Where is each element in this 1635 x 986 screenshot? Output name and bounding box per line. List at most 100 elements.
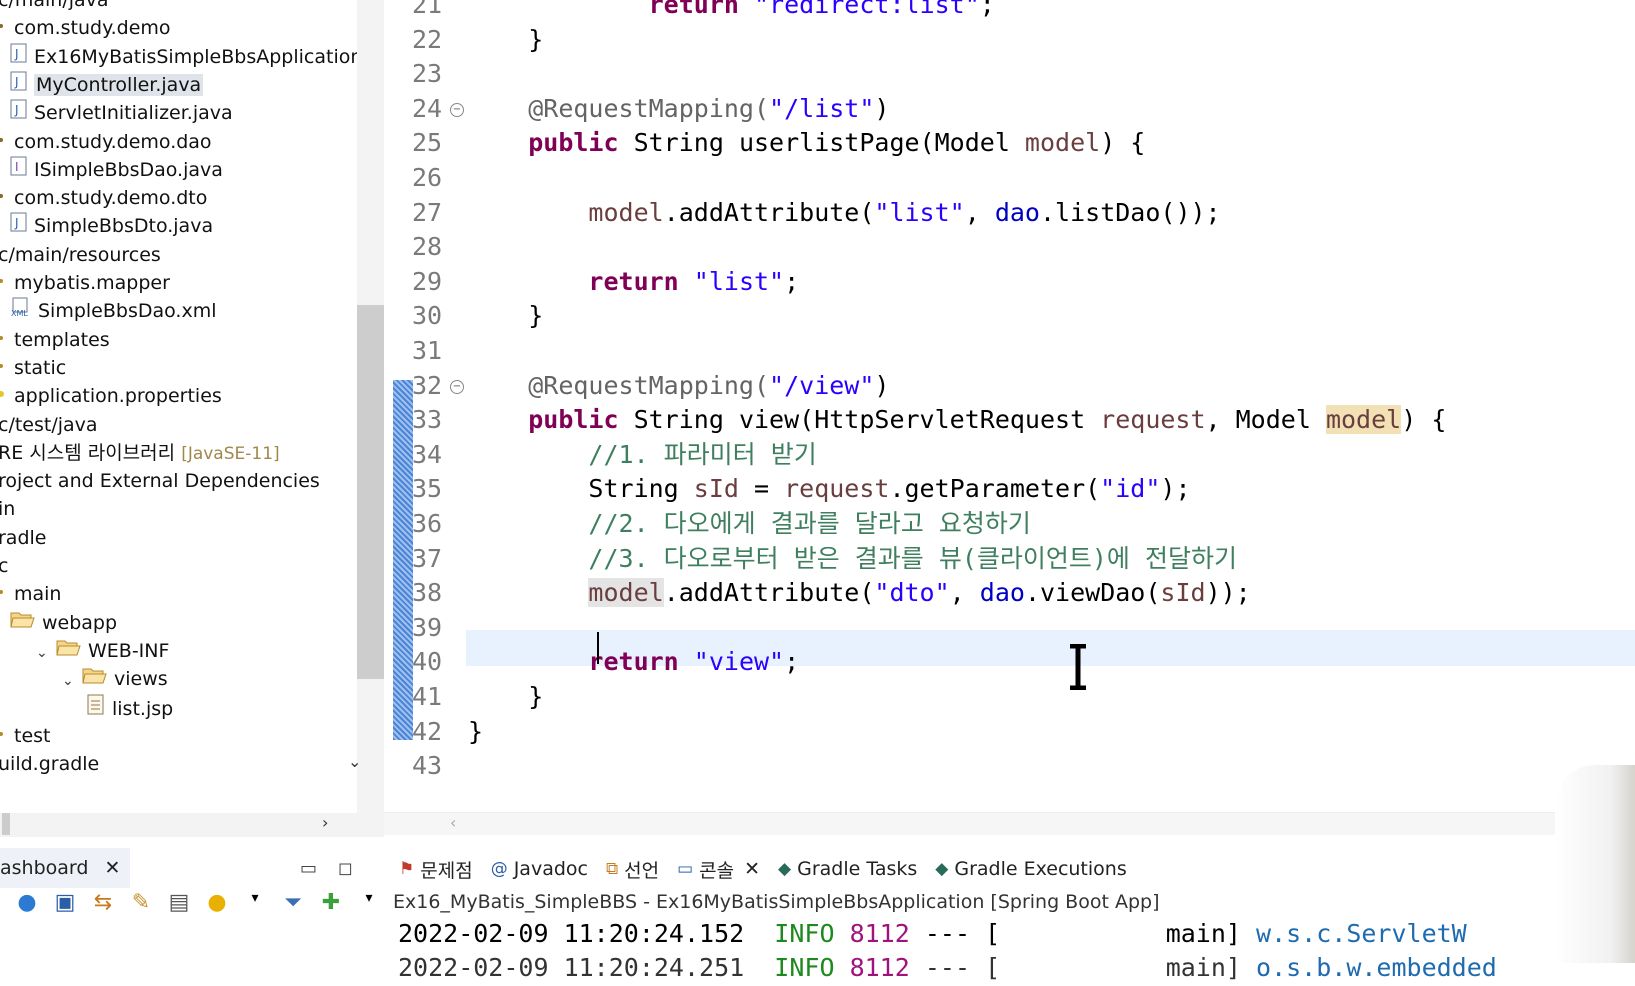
code-line[interactable]: model.addAttribute("list", dao.listDao()… [468,195,1220,231]
tree-item-label: in [0,498,16,521]
code-line[interactable]: return "list"; [468,264,799,300]
tree-item[interactable]: RE 시스템 라이브러리 [JavaSE-11] [0,439,280,468]
tree-item[interactable]: radle [0,524,46,553]
tree-item[interactable]: J MyController.java [10,71,204,100]
code-line[interactable]: @RequestMapping("/list") [468,91,889,127]
tree-item[interactable]: c/test/java [0,411,98,440]
explorer-scroll-thumb[interactable] [357,305,384,679]
explorer-horizontal-scrollbar[interactable]: › [0,813,384,837]
tree-item[interactable]: com.study.demo [0,14,171,43]
lightbulb-icon[interactable]: ● [204,890,230,915]
tree-item[interactable]: I ISimpleBbsDao.java [10,156,223,185]
tab-dashboard[interactable]: ashboard ✕ [0,848,131,888]
server-icon[interactable]: ▣ [52,890,78,915]
line-number: 31 [412,336,443,365]
tree-item[interactable]: c/main/resources [0,241,161,270]
maximize-icon[interactable]: ◻ [338,858,353,879]
code-token: } [468,682,544,711]
code-token: @RequestMapping( [528,93,770,123]
log-pid: 8112 [849,919,910,948]
fold-collapse-icon[interactable]: − [450,102,464,117]
tree-item[interactable]: uild.gradle [0,750,99,779]
globe-icon[interactable]: ● [14,890,40,915]
tree-item[interactable]: J SimpleBbsDto.java [10,212,213,241]
tree-item[interactable]: ⌄ views [62,665,168,694]
tree-item[interactable]: roject and External Dependencies [0,467,320,496]
fold-collapse-icon[interactable]: − [450,379,464,394]
tree-item[interactable]: list.jsp [86,694,173,723]
tree-item[interactable]: XML SimpleBbsDao.xml [10,297,217,326]
code-line[interactable]: } [468,22,543,58]
code-line[interactable]: //1. 파라미터 받기 [468,437,816,473]
minimize-icon[interactable]: ▭ [300,858,317,879]
code-token: "/list" [769,93,875,123]
editor-horizontal-scrollbar[interactable]: ‹ [384,812,1635,835]
tab-problems[interactable]: ⚑ 문제점 [393,852,479,886]
add-icon[interactable]: ✚ [318,890,344,915]
java-file-icon: J [10,43,28,72]
console-tab-bar: ⚑ 문제점 @ Javadoc ⧉ 선언 ▭ 콘솔 ✕ ◆ Gradle Tasks ◆ Gradle … [393,852,1133,886]
code-line[interactable]: @RequestMapping("/view") [468,368,889,404]
tree-item[interactable]: application.properties [0,382,222,411]
transfer-icon[interactable]: ⇆ [90,890,116,915]
tree-item[interactable]: main [0,580,61,609]
folder-icon [0,354,8,383]
tree-item[interactable]: J Ex16MyBatisSimpleBbsApplication.ja [10,43,384,72]
tree-item[interactable]: templates [0,326,110,355]
code-line[interactable]: //3. 다오로부터 받은 결과를 뷰(클라이언트)에 전달하기 [468,541,1237,577]
chevron-down-icon[interactable]: ⌄ [62,667,76,696]
close-icon[interactable]: ✕ [744,858,760,880]
code-line[interactable]: } [468,298,543,334]
code-token: } [468,301,544,331]
tab-javadoc[interactable]: @ Javadoc [485,852,594,886]
close-icon[interactable]: ✕ [105,857,121,879]
tree-item-label: Ex16MyBatisSimpleBbsApplication.ja [34,45,384,68]
code-line[interactable]: public String view(HttpServletRequest re… [468,402,1446,438]
scroll-down-icon[interactable]: ⌄ [348,752,361,771]
code-line[interactable]: model.addAttribute("dto", dao.viewDao(sI… [468,575,1251,611]
webcam-overlay-corner [1555,765,1635,963]
code-token: String [468,474,694,504]
tab-console[interactable]: ▭ 콘솔 ✕ [671,852,767,886]
tree-item[interactable]: com.study.demo.dao [0,128,212,157]
code-line[interactable]: } [468,714,483,750]
dropdown-icon[interactable]: ▾ [356,890,382,915]
code-line[interactable]: return "view"; [468,644,799,680]
tree-item[interactable]: J ServletInitializer.java [10,99,233,128]
dropdown-icon[interactable]: ▾ [242,890,268,915]
tree-item-label: com.study.demo.dto [14,187,208,210]
code-line[interactable]: public String userlistPage(Model model) … [468,125,1145,161]
filter-icon[interactable]: ⏷ [280,890,306,915]
table-icon[interactable]: ▤ [166,890,192,915]
tree-item[interactable]: com.study.demo.dto [0,184,207,213]
code-token: , [964,197,995,227]
tab-declaration[interactable]: ⧉ 선언 [600,852,665,886]
tree-item-label: c/test/java [0,413,98,436]
code-line[interactable]: } [468,679,543,715]
pencil-icon[interactable]: ✎ [128,890,154,915]
code-line[interactable]: String sId = request.getParameter("id"); [468,471,1190,507]
tree-item[interactable]: ⌄ WEB-INF [36,637,169,666]
tree-item[interactable]: in [0,495,15,524]
line-number: 28 [412,232,443,262]
tree-item[interactable]: c [0,552,8,581]
code-line[interactable]: //2. 다오에게 결과를 달라고 요청하기 [468,506,1030,542]
scroll-right-icon[interactable]: › [322,813,328,832]
code-token: return [588,266,679,296]
code-line[interactable]: return "redirect:list"; [468,0,995,23]
tree-item[interactable]: mybatis.mapper [0,269,170,298]
log-logger: w.s.c.ServletW [1256,919,1467,948]
tree-item[interactable]: webapp [10,609,117,638]
chevron-down-icon[interactable]: ⌄ [36,639,50,668]
tree-item[interactable]: c/main/java [0,0,109,15]
scroll-left-icon[interactable]: ‹ [450,813,456,832]
code-token: dao [994,197,1040,227]
tree-item[interactable]: test [0,722,51,751]
scroll-left-icon[interactable] [2,813,10,835]
tab-gradle[interactable]: ◆ Gradle Executions [929,852,1132,886]
tab-gradle[interactable]: ◆ Gradle Tasks [772,852,923,886]
tree-item[interactable]: static [0,354,66,383]
